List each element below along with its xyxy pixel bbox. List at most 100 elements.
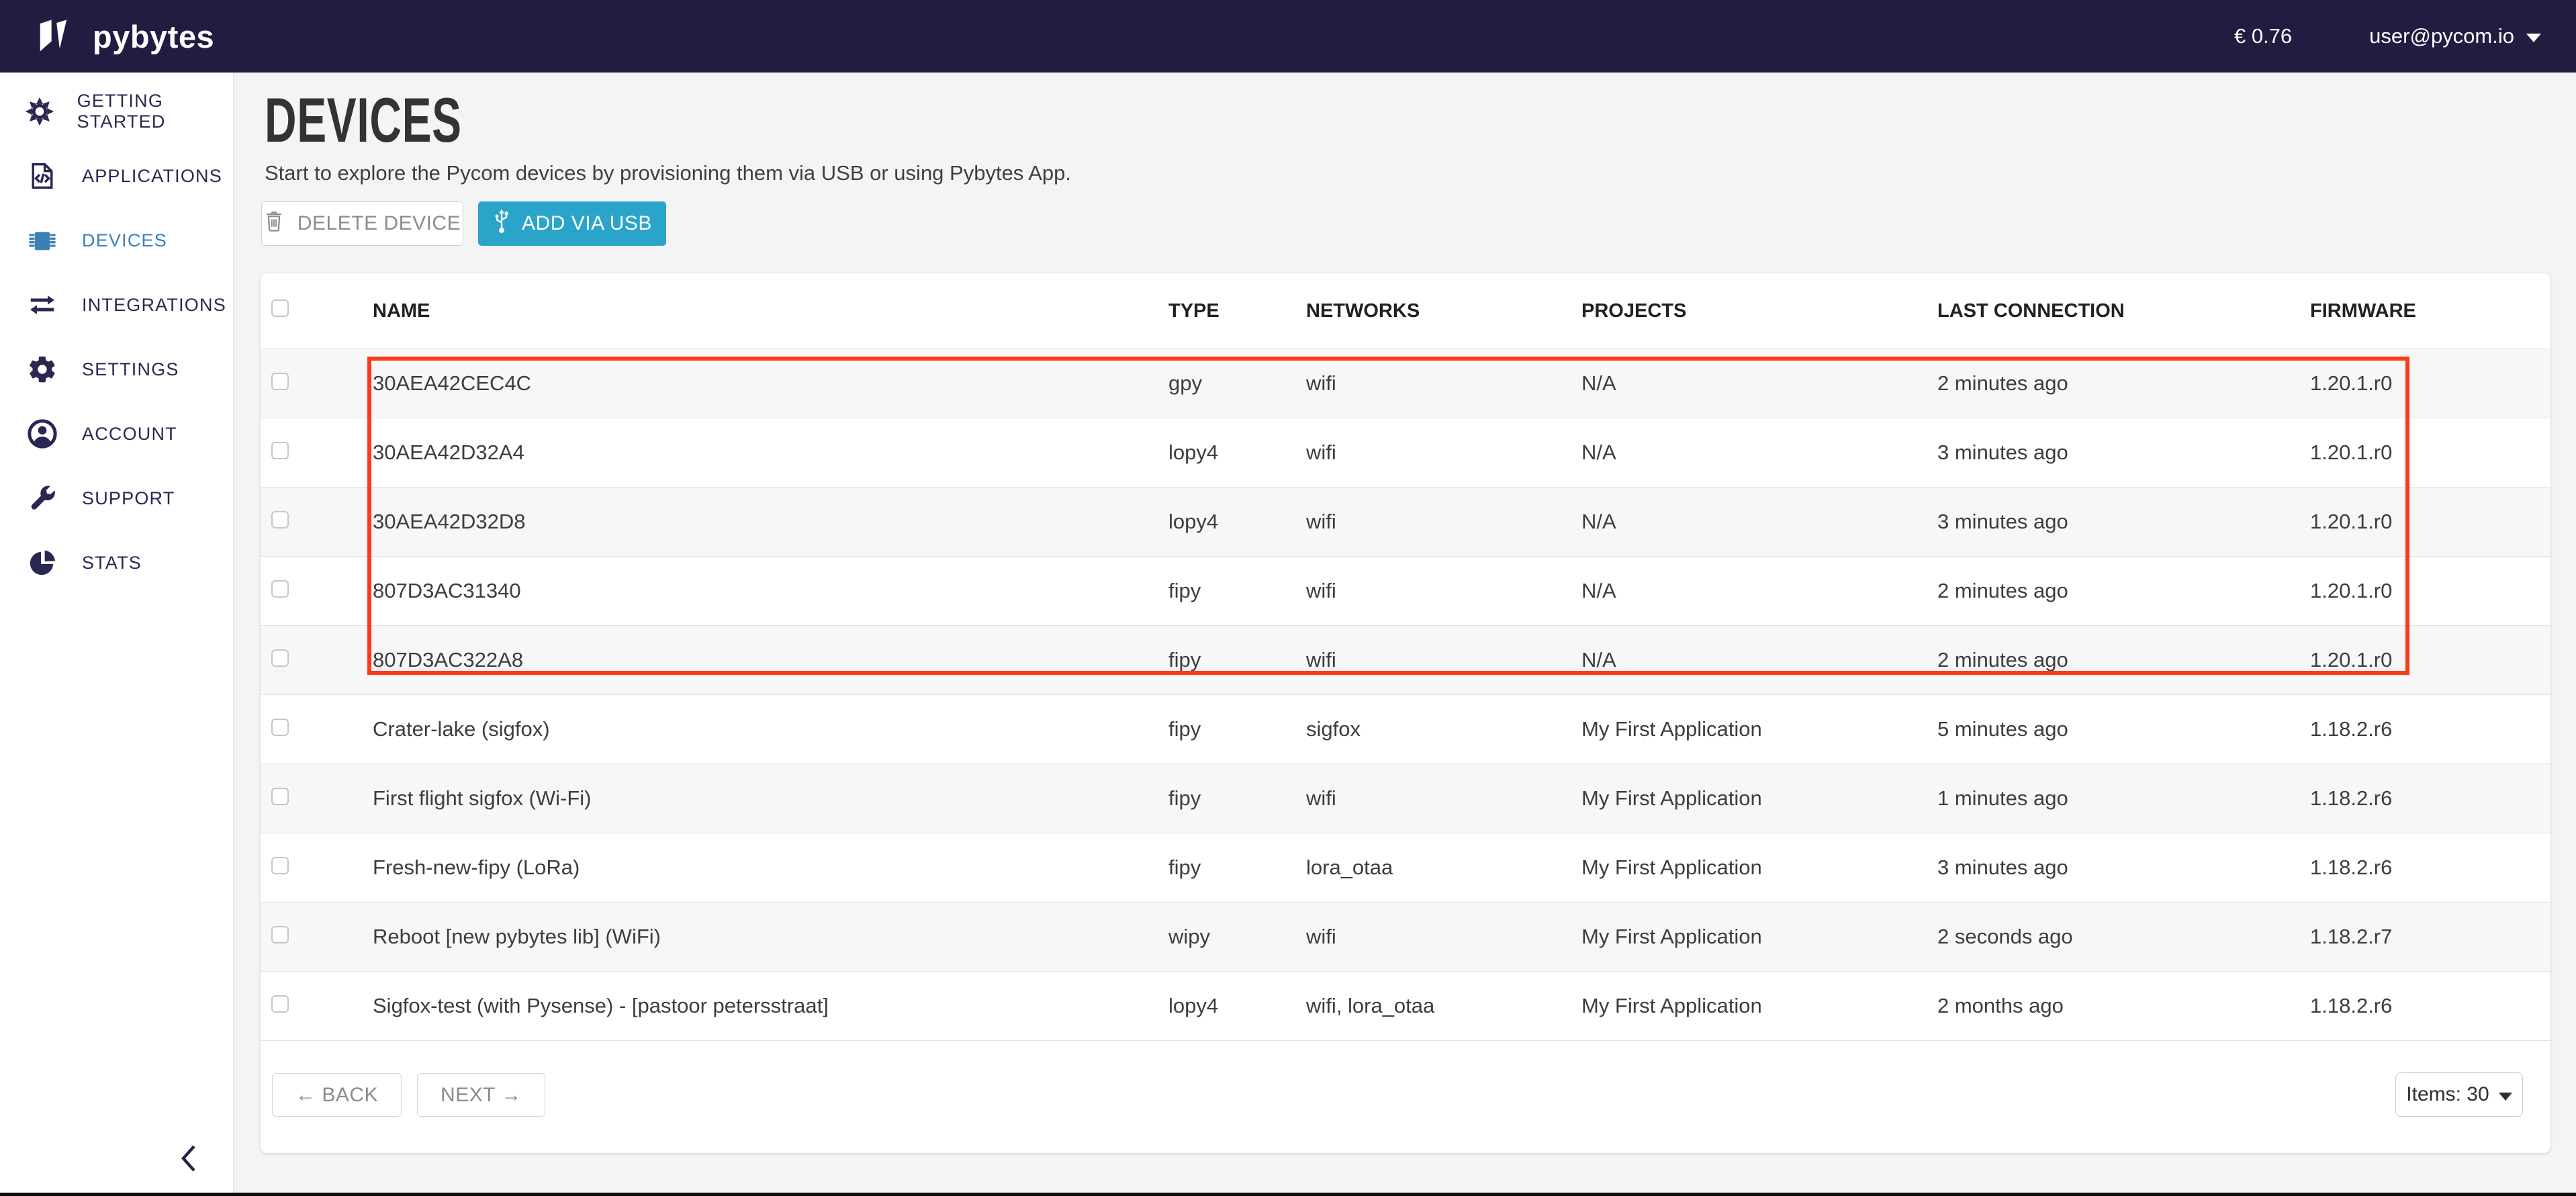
device-projects: N/A: [1581, 510, 1937, 534]
page-title: DEVICES: [265, 87, 462, 154]
items-per-page-dropdown[interactable]: Items: 30: [2395, 1072, 2523, 1117]
sidebar-item-label: SETTINGS: [82, 359, 179, 380]
table-row[interactable]: Crater-lake (sigfox) fipy sigfox My Firs…: [261, 694, 2550, 764]
table-row[interactable]: Reboot [new pybytes lib] (WiFi) wipy wif…: [261, 902, 2550, 971]
device-type: lopy4: [1168, 510, 1306, 534]
device-last-connection: 2 seconds ago: [1937, 925, 2310, 949]
navbar-right: € 0.76 user@pycom.io: [2234, 24, 2541, 48]
devices-table: NAME TYPE NETWORKS PROJECTS LAST CONNECT…: [261, 273, 2550, 1153]
device-name: Fresh-new-fipy (LoRa): [359, 856, 1168, 880]
device-networks: wifi: [1306, 510, 1581, 534]
chevron-left-icon: [179, 1166, 199, 1178]
sidebar-item-support[interactable]: SUPPORT: [0, 466, 233, 531]
row-checkbox-cell: [261, 441, 359, 465]
row-checkbox[interactable]: [271, 995, 289, 1013]
sidebar-item-applications[interactable]: APPLICATIONS: [0, 144, 233, 208]
device-last-connection: 3 minutes ago: [1937, 510, 2310, 534]
select-all-checkbox[interactable]: [271, 300, 289, 317]
row-checkbox[interactable]: [271, 857, 289, 874]
row-checkbox-cell: [261, 925, 359, 949]
device-projects: N/A: [1581, 648, 1937, 672]
sidebar-item-integrations[interactable]: INTEGRATIONS: [0, 273, 233, 337]
chevron-down-icon: [2499, 1093, 2512, 1101]
device-type: lopy4: [1168, 994, 1306, 1018]
toolbar: DELETE DEVICE ADD VIA USB: [261, 201, 666, 246]
table-row[interactable]: Sigfox-test (with Pysense) - [pastoor pe…: [261, 971, 2550, 1040]
top-navbar: pybytes € 0.76 user@pycom.io: [0, 0, 2576, 73]
trash-icon: [264, 210, 284, 238]
window-bottom-edge: [0, 1193, 2576, 1196]
user-icon: [24, 418, 60, 449]
sidebar-item-label: SUPPORT: [82, 488, 175, 509]
delete-device-label: DELETE DEVICE: [297, 212, 461, 235]
row-checkbox[interactable]: [271, 788, 289, 805]
column-header-type: TYPE: [1168, 300, 1306, 322]
add-via-usb-label: ADD VIA USB: [522, 212, 652, 235]
sidebar-collapse-button[interactable]: [179, 1142, 199, 1179]
next-button[interactable]: NEXT →: [417, 1073, 545, 1117]
device-name: 807D3AC322A8: [359, 648, 1168, 672]
sidebar-item-stats[interactable]: STATS: [0, 531, 233, 595]
device-networks: wifi: [1306, 648, 1581, 672]
account-balance: € 0.76: [2234, 24, 2292, 48]
device-name: First flight sigfox (Wi-Fi): [359, 786, 1168, 811]
device-projects: My First Application: [1581, 925, 1937, 949]
row-checkbox[interactable]: [271, 442, 289, 459]
device-last-connection: 3 minutes ago: [1937, 856, 2310, 880]
add-via-usb-button[interactable]: ADD VIA USB: [478, 201, 666, 246]
back-button[interactable]: ← BACK: [272, 1073, 402, 1117]
sidebar: GETTING STARTED APPLICATIONS: [0, 73, 234, 1196]
items-per-page-label: Items: 30: [2406, 1083, 2489, 1106]
usb-icon: [492, 208, 511, 240]
table-row[interactable]: 807D3AC31340 fipy wifi N/A 2 minutes ago…: [261, 556, 2550, 625]
device-networks: sigfox: [1306, 717, 1581, 741]
column-header-last-connection: LAST CONNECTION: [1937, 300, 2310, 322]
row-checkbox[interactable]: [271, 373, 289, 390]
device-last-connection: 2 minutes ago: [1937, 579, 2310, 603]
wrench-icon: [24, 483, 60, 514]
sidebar-item-label: DEVICES: [82, 230, 167, 251]
device-firmware: 1.18.2.r6: [2310, 856, 2550, 880]
sidebar-item-label: GETTING STARTED: [77, 91, 233, 132]
column-header-networks: NETWORKS: [1306, 300, 1581, 322]
table-row[interactable]: 30AEA42D32D8 lopy4 wifi N/A 3 minutes ag…: [261, 487, 2550, 556]
sidebar-item-settings[interactable]: SETTINGS: [0, 337, 233, 402]
row-checkbox[interactable]: [271, 649, 289, 667]
logo-text: pybytes: [93, 18, 214, 55]
sidebar-item-account[interactable]: ACCOUNT: [0, 402, 233, 466]
row-checkbox-cell: [261, 579, 359, 603]
table-row[interactable]: Fresh-new-fipy (LoRa) fipy lora_otaa My …: [261, 833, 2550, 902]
main-content: DEVICES Start to explore the Pycom devic…: [234, 73, 2576, 1196]
row-checkbox[interactable]: [271, 926, 289, 944]
column-header-name: NAME: [359, 300, 1168, 322]
device-firmware: 1.20.1.r0: [2310, 371, 2550, 396]
row-checkbox-cell: [261, 856, 359, 880]
pybytes-logo-icon: [38, 15, 79, 58]
device-projects: N/A: [1581, 441, 1937, 465]
device-networks: wifi: [1306, 579, 1581, 603]
device-last-connection: 3 minutes ago: [1937, 441, 2310, 465]
sidebar-item-devices[interactable]: DEVICES: [0, 208, 233, 273]
table-row[interactable]: 807D3AC322A8 fipy wifi N/A 2 minutes ago…: [261, 625, 2550, 694]
device-name: 30AEA42D32A4: [359, 441, 1168, 465]
device-type: fipy: [1168, 648, 1306, 672]
device-projects: N/A: [1581, 371, 1937, 396]
table-row[interactable]: 30AEA42D32A4 lopy4 wifi N/A 3 minutes ag…: [261, 418, 2550, 487]
device-last-connection: 5 minutes ago: [1937, 717, 2310, 741]
device-type: gpy: [1168, 371, 1306, 396]
pybytes-logo[interactable]: pybytes: [38, 15, 214, 58]
row-checkbox[interactable]: [271, 511, 289, 528]
gear-icon: [24, 354, 60, 385]
row-checkbox[interactable]: [271, 719, 289, 736]
table-row[interactable]: First flight sigfox (Wi-Fi) fipy wifi My…: [261, 764, 2550, 833]
device-type: fipy: [1168, 786, 1306, 811]
row-checkbox-cell: [261, 994, 359, 1018]
device-networks: wifi: [1306, 441, 1581, 465]
user-menu[interactable]: user@pycom.io: [2369, 24, 2541, 48]
device-firmware: 1.20.1.r0: [2310, 441, 2550, 465]
device-name: 807D3AC31340: [359, 579, 1168, 603]
delete-device-button[interactable]: DELETE DEVICE: [261, 201, 463, 246]
row-checkbox[interactable]: [271, 580, 289, 598]
table-row[interactable]: 30AEA42CEC4C gpy wifi N/A 2 minutes ago …: [261, 349, 2550, 418]
sidebar-item-getting-started[interactable]: GETTING STARTED: [0, 79, 233, 144]
